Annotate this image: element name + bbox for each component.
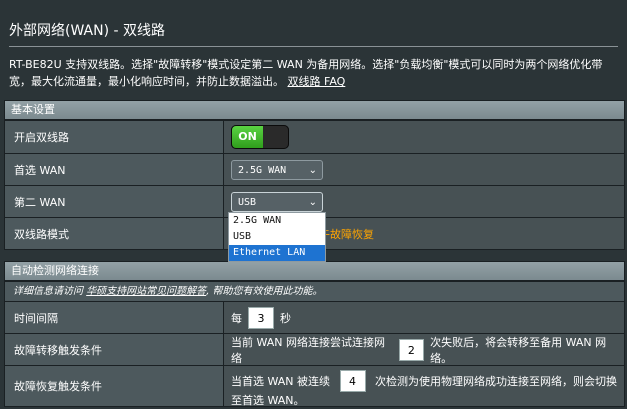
primary-wan-row: 首选 WAN 2.5G WAN ⌄ bbox=[5, 153, 624, 185]
failback-cell: 当首选 WAN 被连续 4 次检测为使用物理网络成功连接至网络，则会切换至首选 … bbox=[223, 366, 624, 407]
dual-wan-toggle[interactable]: ON bbox=[231, 125, 289, 149]
failover-prefix: 当前 WAN 网络连接尝试连接网络 bbox=[231, 335, 386, 365]
primary-wan-cell: 2.5G WAN ⌄ bbox=[223, 154, 624, 185]
toggle-knob bbox=[263, 126, 288, 148]
enable-dual-wan-label: 开启双线路 bbox=[5, 121, 223, 153]
auto-detect-table: 自动检测网络连接 详细信息请访问 华硕支持网站常见问题解答, 帮助您有效使用此功… bbox=[4, 261, 625, 407]
title-divider bbox=[9, 46, 618, 47]
page-title: 外部网络(WAN) - 双线路 bbox=[9, 23, 166, 39]
interval-unit: 秒 bbox=[280, 311, 291, 325]
primary-wan-value: 2.5G WAN bbox=[238, 164, 287, 176]
primary-wan-label: 首选 WAN bbox=[5, 154, 223, 185]
secondary-wan-value: USB bbox=[238, 196, 257, 208]
failback-input[interactable]: 4 bbox=[339, 370, 366, 392]
failover-input[interactable]: 2 bbox=[398, 338, 425, 361]
dropdown-option-2.5g-wan[interactable]: 2.5G WAN bbox=[229, 213, 325, 229]
failover-cell: 当前 WAN 网络连接尝试连接网络 2 次失败后，将会转移至备用 WAN 网络。 bbox=[223, 334, 624, 365]
support-faq-link[interactable]: 华硕支持网站常见问题解答 bbox=[86, 286, 206, 297]
faq-link[interactable]: 双线路 FAQ bbox=[288, 75, 346, 88]
interval-input[interactable]: 3 bbox=[248, 306, 274, 329]
interval-row: 时间间隔 每 3 秒 bbox=[5, 301, 624, 333]
enable-dual-wan-row: 开启双线路 ON bbox=[5, 120, 624, 153]
interval-label: 时间间隔 bbox=[5, 302, 223, 333]
info-prefix: 详细信息请访问 bbox=[13, 286, 87, 297]
chevron-down-icon: ⌄ bbox=[308, 196, 317, 208]
chevron-down-icon: ⌄ bbox=[308, 164, 317, 176]
secondary-wan-label: 第二 WAN bbox=[5, 186, 223, 217]
dropdown-option-usb[interactable]: USB bbox=[229, 229, 325, 245]
enable-dual-wan-cell: ON bbox=[223, 121, 624, 153]
failback-prefix: 当首选 WAN 被连续 bbox=[231, 375, 331, 388]
dual-wan-mode-label: 双线路模式 bbox=[5, 218, 223, 249]
page-description: RT-BE82U 支持双线路。选择"故障转移"模式设定第二 WAN 为备用网络。… bbox=[9, 56, 621, 90]
secondary-wan-dropdown: 2.5G WAN USB Ethernet LAN bbox=[228, 212, 326, 262]
primary-wan-select[interactable]: 2.5G WAN ⌄ bbox=[231, 159, 323, 180]
interval-prefix: 每 bbox=[231, 311, 242, 325]
secondary-wan-select[interactable]: USB ⌄ bbox=[231, 191, 323, 212]
support-info: 详细信息请访问 华硕支持网站常见问题解答, 帮助您有效使用此功能。 bbox=[5, 281, 624, 301]
failback-option-text[interactable]: 午故障恢复 bbox=[319, 226, 374, 242]
interval-cell: 每 3 秒 bbox=[223, 302, 624, 333]
failover-label: 故障转移触发条件 bbox=[5, 334, 223, 365]
info-suffix: , 帮助您有效使用此功能。 bbox=[206, 286, 323, 297]
auto-detect-header: 自动检测网络连接 bbox=[5, 262, 624, 281]
basic-settings-header: 基本设置 bbox=[5, 101, 624, 120]
toggle-on-label: ON bbox=[232, 126, 263, 148]
failover-suffix: 次失败后，将会转移至备用 WAN 网络。 bbox=[430, 335, 607, 365]
failback-label: 故障恢复触发条件 bbox=[5, 366, 223, 406]
dropdown-option-ethernet-lan[interactable]: Ethernet LAN bbox=[229, 245, 325, 261]
failover-row: 故障转移触发条件 当前 WAN 网络连接尝试连接网络 2 次失败后，将会转移至备… bbox=[5, 333, 624, 365]
